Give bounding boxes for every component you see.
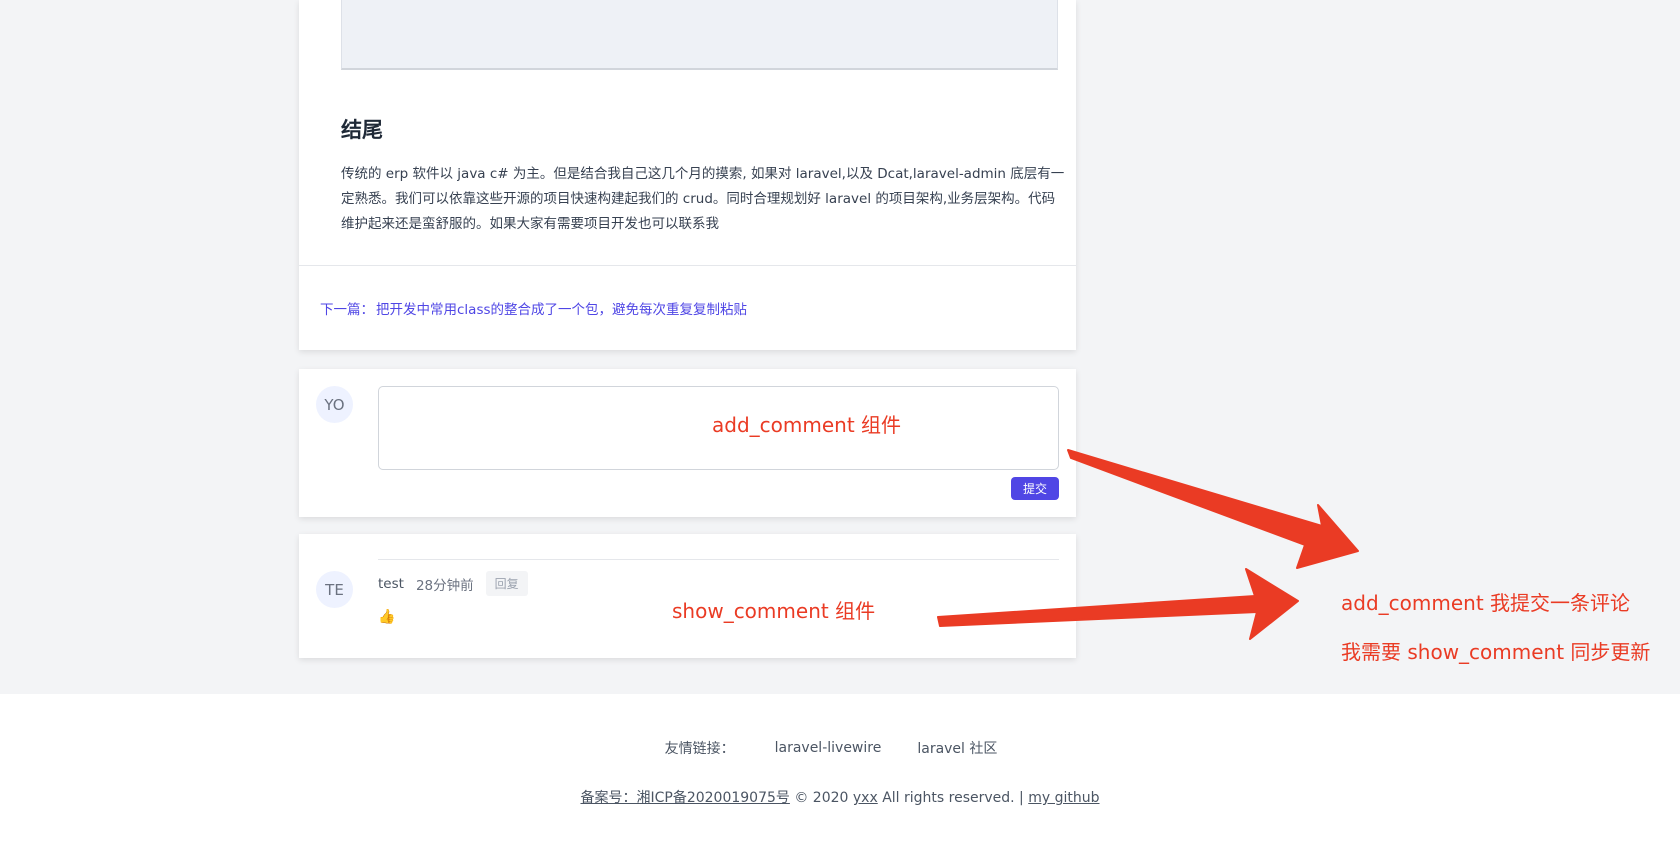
submit-button[interactable]: 提交 <box>1011 477 1059 500</box>
next-article-title: 把开发中常用class的整合成了一个包，避免每次重复复制粘贴 <box>376 302 748 318</box>
add-comment-card: YO add_comment 组件 提交 <box>299 369 1076 517</box>
note-line-1: add_comment 我提交一条评论 <box>1341 591 1631 615</box>
show-comment-annotation: show_comment 组件 <box>672 599 876 623</box>
reply-button[interactable]: 回复 <box>485 571 528 596</box>
copyright-year: © 2020 <box>789 790 853 806</box>
icp-link[interactable]: 备案号：湘ICP备2020019075号 <box>580 790 789 806</box>
friend-links: 友情链接： laravel-livewire laravel 社区 <box>0 738 1680 758</box>
comment-author: test <box>378 575 404 592</box>
article-card: 结尾 传统的 erp 软件以 java c# 为主。但是结合我自己这几个月的摸索… <box>299 0 1076 350</box>
rights-text: All rights reserved. | <box>877 790 1029 806</box>
comment-divider <box>378 559 1059 560</box>
comment-meta: test 28分钟前 回复 <box>378 571 528 596</box>
avatar: TE <box>316 571 353 608</box>
next-article-prefix: 下一篇： <box>320 302 374 318</box>
add-comment-annotation: add_comment 组件 <box>712 413 902 437</box>
friend-links-label: 友情链接： <box>664 741 735 757</box>
arrow-upper <box>1067 449 1359 569</box>
next-article-link[interactable]: 下一篇： 把开发中常用class的整合成了一个包，避免每次重复复制粘贴 <box>320 298 747 318</box>
github-link[interactable]: my github <box>1028 790 1099 806</box>
author-link[interactable]: yxx <box>853 790 878 806</box>
code-block <box>341 0 1058 70</box>
divider <box>299 265 1076 266</box>
friend-link-livewire[interactable]: laravel-livewire <box>775 740 882 756</box>
note-line-2: 我需要 show_comment 同步更新 <box>1341 640 1651 664</box>
friend-link-laravel-community[interactable]: laravel 社区 <box>917 738 997 758</box>
show-comment-card: TE test 28分钟前 回复 👍 show_comment 组件 <box>299 534 1076 658</box>
copyright: 备案号：湘ICP备2020019075号 © 2020 yxx All righ… <box>0 787 1680 807</box>
section-heading: 结尾 <box>341 118 383 142</box>
comment-body: 👍 <box>378 609 396 625</box>
footer: 友情链接： laravel-livewire laravel 社区 备案号：湘I… <box>0 694 1680 849</box>
comment-time: 28分钟前 <box>415 577 474 594</box>
avatar: YO <box>316 386 353 423</box>
article-paragraph: 传统的 erp 软件以 java c# 为主。但是结合我自己这几个月的摸索, 如… <box>341 166 1065 232</box>
